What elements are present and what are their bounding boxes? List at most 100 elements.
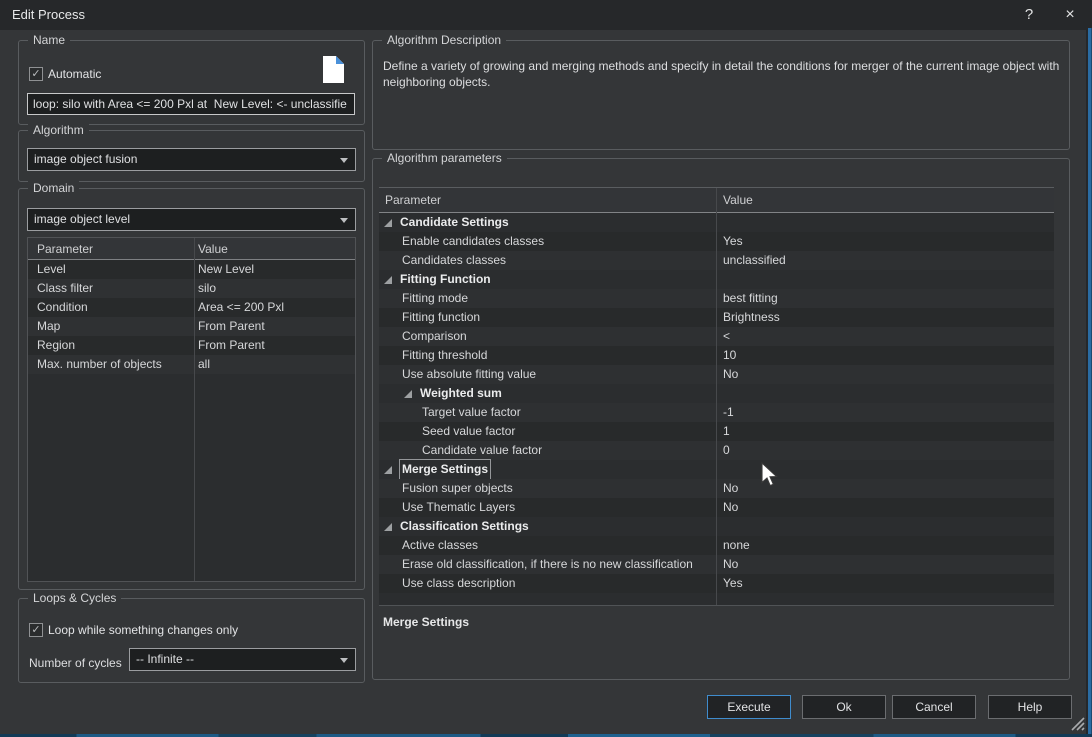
background-window-edge <box>1086 28 1092 737</box>
parameter-value[interactable]: unclassified <box>723 251 786 270</box>
parameters-group-label: Algorithm parameters <box>382 151 507 165</box>
table-row[interactable]: Level New Level <box>28 260 355 279</box>
help-icon[interactable]: ? <box>1014 0 1044 30</box>
parameter-label: Seed value factor <box>422 422 515 441</box>
parameter-label: Fusion super objects <box>402 479 513 498</box>
tree-expand-icon[interactable] <box>384 523 392 531</box>
parameter-label: Candidates classes <box>402 251 506 270</box>
tree-expand-icon[interactable] <box>384 466 392 474</box>
parameter-value[interactable]: 1 <box>723 422 730 441</box>
automatic-checkbox-label: Automatic <box>48 67 101 81</box>
parameter-label: Candidate Settings <box>400 213 509 232</box>
table-row[interactable]: Class filter silo <box>28 279 355 298</box>
domain-group: Domain image object level Parameter Valu… <box>18 188 365 590</box>
parameter-label: Erase old classification, if there is no… <box>402 555 693 574</box>
algorithm-select[interactable]: image object fusion <box>27 148 356 171</box>
number-of-cycles-label: Number of cycles <box>29 656 122 670</box>
loop-checkbox[interactable]: ✓ <box>29 623 43 637</box>
domain-col-value: Value <box>198 238 228 260</box>
parameter-value[interactable]: No <box>723 365 738 384</box>
parameter-value[interactable]: 10 <box>723 346 736 365</box>
table-row[interactable]: Max. number of objects all <box>28 355 355 374</box>
parameters-table: Parameter Value Candidate Settings Enabl… <box>379 187 1054 606</box>
domain-value-cell: all <box>198 355 210 374</box>
loop-checkbox-label: Loop while something changes only <box>48 623 238 637</box>
loops-cycles-group: Loops & Cycles ✓ Loop while something ch… <box>18 598 365 683</box>
name-group: Name ✓ Automatic loop: silo with Area <=… <box>18 40 365 125</box>
parameter-label: Comparison <box>402 327 467 346</box>
domain-value-cell: New Level <box>198 260 254 279</box>
table-row[interactable]: Region From Parent <box>28 336 355 355</box>
domain-table-header: Parameter Value <box>28 238 355 260</box>
domain-value-cell: Area <= 200 Pxl <box>198 298 284 317</box>
domain-param-cell: Max. number of objects <box>37 355 162 374</box>
algorithm-group-label: Algorithm <box>28 123 89 137</box>
param-col-value: Value <box>723 188 753 213</box>
tree-expand-icon[interactable] <box>384 219 392 227</box>
param-col-parameter: Parameter <box>385 188 441 213</box>
parameter-value[interactable]: No <box>723 479 738 498</box>
parameter-label: Candidate value factor <box>422 441 542 460</box>
parameter-label: Use class description <box>402 574 515 593</box>
domain-col-parameter: Parameter <box>37 238 93 260</box>
algorithm-parameters-group: Algorithm parameters Parameter Value Can… <box>372 158 1070 680</box>
parameter-label: Weighted sum <box>420 384 502 403</box>
parameter-value[interactable]: No <box>723 498 738 517</box>
parameter-label: Use absolute fitting value <box>402 365 536 384</box>
parameter-label: Fitting threshold <box>402 346 487 365</box>
domain-select-value: image object level <box>34 212 130 226</box>
help-button[interactable]: Help <box>988 695 1072 719</box>
titlebar: Edit Process ? × <box>0 0 1092 30</box>
process-name-input[interactable]: loop: silo with Area <= 200 Pxl at New L… <box>27 93 355 115</box>
ok-button[interactable]: Ok <box>802 695 886 719</box>
algorithm-description-text: Define a variety of growing and merging … <box>383 58 1065 90</box>
parameter-label: Fitting function <box>402 308 480 327</box>
parameter-label: Active classes <box>402 536 478 555</box>
close-icon[interactable]: × <box>1055 0 1085 30</box>
parameter-label: Classification Settings <box>400 517 529 536</box>
parameter-value[interactable]: best fitting <box>723 289 778 308</box>
domain-param-cell: Map <box>37 317 60 336</box>
parameter-value[interactable]: Yes <box>723 232 743 251</box>
column-divider[interactable] <box>716 188 717 605</box>
table-row[interactable]: Map From Parent <box>28 317 355 336</box>
chevron-down-icon <box>340 658 348 663</box>
domain-param-cell: Region <box>37 336 75 355</box>
number-of-cycles-select[interactable]: -- Infinite -- <box>129 648 356 671</box>
parameter-value[interactable]: -1 <box>723 403 734 422</box>
tree-expand-icon[interactable] <box>384 276 392 284</box>
column-divider[interactable] <box>194 238 195 581</box>
parameter-value[interactable]: none <box>723 536 750 555</box>
parameter-value[interactable]: No <box>723 555 738 574</box>
domain-table-body: Level New Level Class filter silo Condit… <box>28 260 355 581</box>
tree-expand-icon[interactable] <box>404 390 412 398</box>
parameter-label: Fitting Function <box>400 270 491 289</box>
new-document-icon[interactable] <box>323 56 344 83</box>
domain-value-cell: silo <box>198 279 216 298</box>
table-row[interactable]: Condition Area <= 200 Pxl <box>28 298 355 317</box>
parameter-label: Merge Settings <box>400 460 490 479</box>
domain-param-cell: Level <box>37 260 66 279</box>
automatic-checkbox[interactable]: ✓ <box>29 67 43 81</box>
parameter-value[interactable]: 0 <box>723 441 730 460</box>
resize-grip[interactable] <box>1066 712 1086 732</box>
domain-param-cell: Condition <box>37 298 88 317</box>
parameter-value[interactable]: Brightness <box>723 308 780 327</box>
selected-parameter-description: Merge Settings <box>383 615 469 629</box>
parameter-label: Target value factor <box>422 403 521 422</box>
cancel-button[interactable]: Cancel <box>892 695 976 719</box>
chevron-down-icon <box>340 218 348 223</box>
execute-button[interactable]: Execute <box>707 695 791 719</box>
loops-group-label: Loops & Cycles <box>28 591 121 605</box>
domain-value-cell: From Parent <box>198 336 265 355</box>
parameter-value[interactable]: Yes <box>723 574 743 593</box>
parameter-label: Use Thematic Layers <box>402 498 515 517</box>
edit-process-dialog: Edit Process ? × Name ✓ Automatic loop: … <box>0 0 1092 737</box>
parameter-value[interactable]: < <box>723 327 730 346</box>
dialog-title: Edit Process <box>12 0 85 30</box>
domain-group-label: Domain <box>28 181 79 195</box>
name-group-label: Name <box>28 33 70 47</box>
domain-select[interactable]: image object level <box>27 208 356 231</box>
algorithm-select-value: image object fusion <box>34 152 137 166</box>
domain-value-cell: From Parent <box>198 317 265 336</box>
